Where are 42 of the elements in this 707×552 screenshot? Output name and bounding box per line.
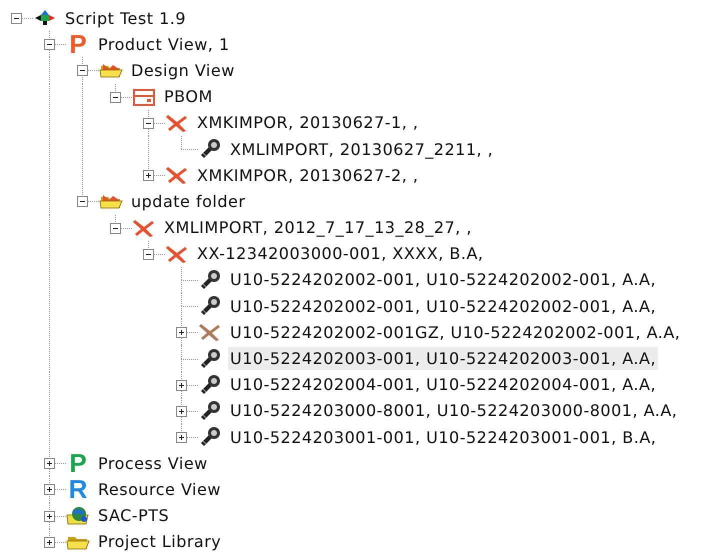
tree-item-label[interactable]: U10-5224203001-001, U10-5224203001-001, B.A,: [228, 426, 658, 449]
tree-item-label[interactable]: Project Library: [96, 530, 224, 552]
tree-item-label[interactable]: U10-5224202003-001, U10-5224202003-001, A.A,: [228, 347, 658, 370]
tree-item-label[interactable]: Process View: [96, 452, 210, 475]
letter-icon: P: [66, 32, 90, 56]
collapse-toggle[interactable]: [110, 222, 121, 234]
tree-item-label[interactable]: U10-5224203000-8001, U10-5224203000-8001, A.A,: [228, 399, 680, 422]
tree-item-label[interactable]: U10-5224202004-001, U10-5224202004-001, A.A,: [228, 373, 658, 396]
tree-item-label[interactable]: Product View, 1: [96, 32, 232, 56]
expand-toggle[interactable]: [176, 406, 187, 417]
globe-folder-icon: [66, 504, 90, 527]
expand-toggle[interactable]: [143, 170, 154, 182]
collapse-toggle[interactable]: [143, 248, 154, 260]
tree-item-label[interactable]: U10-5224202002-001GZ, U10-5224202002-001, A.A,: [228, 320, 682, 344]
collapse-toggle[interactable]: [77, 65, 88, 76]
tree-item-label[interactable]: U10-5224202002-001, U10-5224202002-001, A.A,: [228, 294, 658, 318]
collapse-toggle[interactable]: [44, 39, 55, 50]
expand-toggle[interactable]: [44, 510, 55, 522]
expand-toggle[interactable]: [176, 327, 187, 338]
tree-item-label[interactable]: U10-5224202002-001, U10-5224202002-001, A.A,: [228, 268, 658, 292]
tree-item-label[interactable]: update folder: [129, 190, 248, 213]
expand-toggle[interactable]: [44, 536, 55, 548]
collapse-toggle[interactable]: [110, 92, 121, 103]
tree-item-label[interactable]: Design View: [129, 58, 237, 82]
tree-item-label[interactable]: XMLIMPORT, 20130627_2211, ,: [228, 138, 496, 161]
tree-item-label[interactable]: SAC-PTS: [96, 504, 172, 528]
tree-item-label[interactable]: Script Test 1.9: [63, 6, 188, 30]
tree-item-label[interactable]: XMKIMPOR, 20130627-1, ,: [195, 111, 420, 134]
letter-icon: R: [66, 477, 90, 502]
expand-toggle[interactable]: [44, 484, 55, 496]
tree-item-label[interactable]: XMKIMPOR, 20130627-2, ,: [195, 164, 420, 187]
collapse-toggle[interactable]: [11, 13, 22, 24]
tree-item-label[interactable]: XMLIMPORT, 2012_7_17_13_28_27, ,: [162, 216, 474, 240]
collapse-toggle[interactable]: [143, 118, 154, 129]
expand-toggle[interactable]: [176, 380, 187, 391]
expand-toggle[interactable]: [44, 458, 55, 470]
tree-item-label[interactable]: PBOM: [162, 85, 215, 108]
tree-item-label[interactable]: Resource View: [96, 478, 223, 501]
collapse-toggle[interactable]: [77, 196, 88, 208]
tree-item-label[interactable]: XX-12342003000-001, XXXX, B.A,: [195, 242, 486, 266]
expand-toggle[interactable]: [176, 432, 187, 444]
letter-icon: P: [66, 451, 90, 476]
